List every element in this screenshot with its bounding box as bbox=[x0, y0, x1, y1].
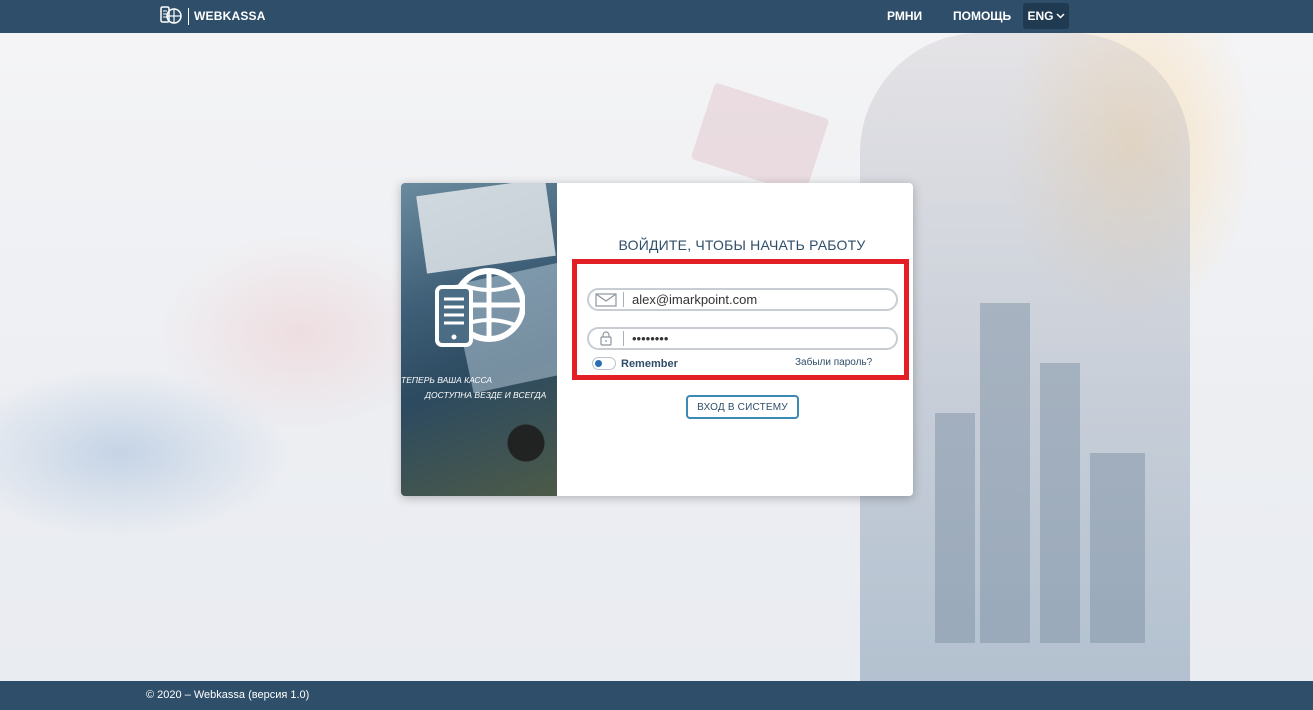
promo-text-line2: ДОСТУПНА ВЕЗДЕ И ВСЕГДА bbox=[425, 390, 547, 400]
email-field[interactable] bbox=[587, 288, 898, 311]
envelope-icon bbox=[589, 290, 623, 309]
password-input[interactable] bbox=[632, 329, 896, 348]
language-dropdown[interactable]: ENG bbox=[1023, 3, 1069, 29]
login-button[interactable]: ВХОД В СИСТЕМУ bbox=[686, 395, 799, 419]
background-building bbox=[1040, 363, 1080, 643]
brand-name: WEBKASSA bbox=[194, 9, 266, 23]
background-tablet bbox=[690, 82, 830, 196]
footer-copyright: © 2020 – Webkassa (версия 1.0) bbox=[146, 689, 310, 701]
toggle-knob bbox=[595, 360, 602, 367]
background-building bbox=[1090, 453, 1145, 643]
login-title: ВОЙДИТЕ, ЧТОБЫ НАЧАТЬ РАБОТУ bbox=[618, 237, 866, 253]
background-building bbox=[980, 303, 1030, 643]
remember-toggle[interactable] bbox=[592, 357, 616, 370]
nav-link-rmni[interactable]: РМНИ bbox=[887, 9, 922, 23]
promo-panel: ТЕПЕРЬ ВАША КАССА ДОСТУПНА ВЕЗДЕ И ВСЕГД… bbox=[401, 183, 557, 496]
remember-label[interactable]: Remember bbox=[621, 358, 678, 370]
lock-icon bbox=[589, 329, 623, 348]
brand-divider bbox=[188, 7, 189, 25]
email-input[interactable] bbox=[632, 290, 896, 309]
webkassa-globe-logo-icon bbox=[435, 268, 525, 347]
chevron-down-icon bbox=[1055, 13, 1065, 19]
forgot-password-link[interactable]: Забыли пароль? bbox=[795, 357, 872, 368]
promo-text-line1: ТЕПЕРЬ ВАША КАССА bbox=[401, 375, 493, 385]
field-divider bbox=[623, 292, 624, 307]
password-field[interactable] bbox=[587, 327, 898, 350]
webkassa-logo-icon bbox=[160, 6, 182, 24]
nav-link-help[interactable]: ПОМОЩЬ bbox=[953, 9, 1011, 23]
top-navbar: WEBKASSA РМНИ ПОМОЩЬ ENG bbox=[0, 0, 1313, 33]
language-label: ENG bbox=[1027, 9, 1054, 23]
footer: © 2020 – Webkassa (версия 1.0) bbox=[0, 681, 1313, 710]
brand[interactable]: WEBKASSA bbox=[160, 5, 266, 27]
background-building bbox=[935, 413, 975, 643]
field-divider bbox=[623, 331, 624, 346]
